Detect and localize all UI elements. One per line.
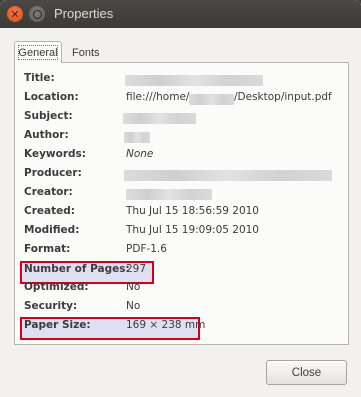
window-title: Properties <box>54 6 114 21</box>
tab-fonts[interactable]: Fonts <box>66 44 106 62</box>
tab-fonts-label: Fonts <box>72 47 100 59</box>
format-label: Format: <box>24 243 71 255</box>
created-value: Thu Jul 15 18:56:59 2010 <box>126 205 259 217</box>
producer-value-redacted <box>124 170 332 181</box>
creator-label: Creator: <box>24 186 73 198</box>
author-label: Author: <box>24 129 69 141</box>
tab-general[interactable]: General <box>14 41 62 63</box>
window-minimize-icon[interactable] <box>29 6 45 22</box>
producer-label: Producer: <box>24 167 82 179</box>
title-bar: ✕ Properties <box>0 0 361 28</box>
creator-value-redacted <box>126 189 212 200</box>
location-suffix: /Desktop/input.pdf <box>234 91 332 103</box>
pages-value: 297 <box>126 263 147 275</box>
format-value: PDF-1.6 <box>126 243 167 255</box>
properties-dialog: ✕ Properties General Fonts Title: Locati… <box>0 0 361 397</box>
security-label: Security: <box>24 300 78 312</box>
close-button[interactable]: Close <box>266 360 347 385</box>
modified-value: Thu Jul 15 19:09:05 2010 <box>126 224 259 236</box>
title-label: Title: <box>24 72 55 84</box>
subject-value-redacted <box>123 113 196 124</box>
title-value-redacted <box>125 75 263 86</box>
paper-size-label: Paper Size: <box>24 319 91 331</box>
location-label: Location: <box>24 91 79 103</box>
optimized-value: No <box>126 281 141 293</box>
pages-label: Number of Pages: <box>24 263 130 275</box>
subject-label: Subject: <box>24 110 73 122</box>
location-user-redacted <box>189 94 234 105</box>
modified-label: Modified: <box>24 224 80 236</box>
window-close-icon[interactable]: ✕ <box>7 6 23 22</box>
optimized-label: Optimized: <box>24 281 89 293</box>
location-prefix: file:///home/ <box>126 91 190 103</box>
created-label: Created: <box>24 205 75 217</box>
security-value: No <box>126 300 141 312</box>
close-button-label: Close <box>291 366 322 379</box>
keywords-label: Keywords: <box>24 148 86 160</box>
paper-size-value: 169 × 238 mm <box>126 319 206 331</box>
keywords-value: None <box>126 148 154 160</box>
author-value-redacted <box>124 132 150 143</box>
focus-ring <box>18 45 58 60</box>
